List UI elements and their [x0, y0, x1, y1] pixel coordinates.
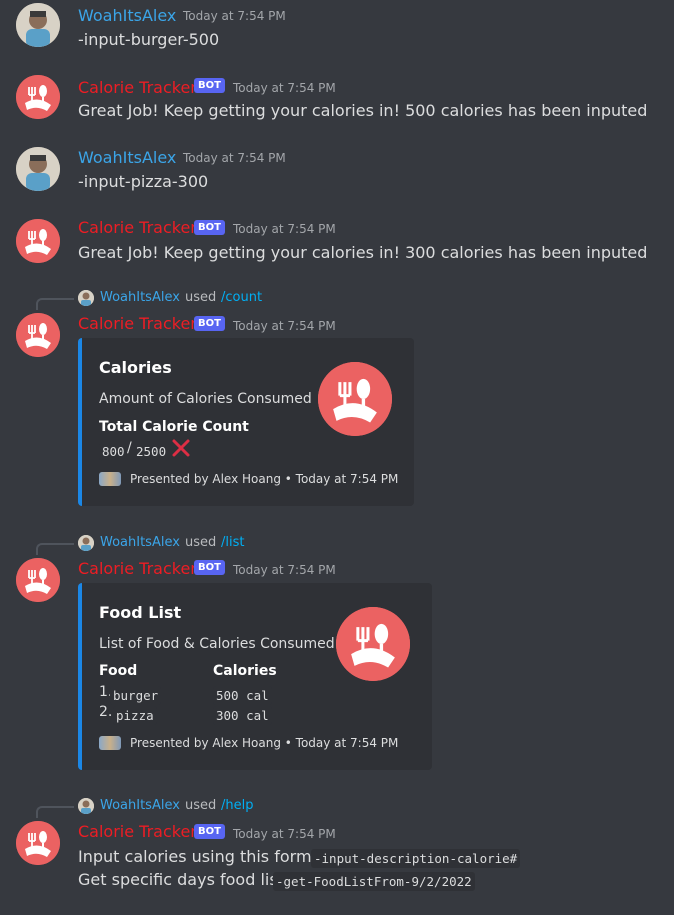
message-text: -input-pizza-300 [78, 172, 209, 191]
count-embed: Calories Amount of Calories Consumed Tot… [78, 338, 414, 506]
user-avatar[interactable] [16, 3, 60, 47]
reply-username[interactable]: WoahItsAlex [100, 535, 180, 550]
reply-used-label: used [185, 535, 217, 550]
embed-footer: Presented by Alex Hoang • Today at 7:54 … [130, 472, 399, 486]
bot-badge: BOT [194, 560, 225, 575]
calorie-tracker-logo [336, 607, 410, 681]
reply-command[interactable]: /help [221, 798, 253, 813]
reply-spine [36, 298, 74, 310]
message-user-2: WoahItsAlex Today at 7:54 PM -input-pizz… [0, 144, 674, 204]
help-list-code: -get-FoodListFrom-9/2/2022 [273, 872, 475, 891]
food-item-name: pizza [113, 706, 157, 725]
bot-name[interactable]: Calorie Tracker [78, 822, 197, 841]
help-line-1: Input calories using this format: [78, 847, 333, 866]
message-bot-count: WoahItsAlex used /count Calorie Tracker … [0, 288, 674, 513]
username[interactable]: WoahItsAlex [78, 148, 176, 167]
bot-avatar[interactable] [16, 75, 60, 119]
help-line-2: Get specific days food list: [78, 870, 290, 889]
embed-title: Food List [99, 603, 182, 622]
bot-avatar[interactable] [16, 219, 60, 263]
bot-name[interactable]: Calorie Tracker [78, 78, 197, 97]
message-user-1: WoahItsAlex Today at 7:54 PM -input-burg… [0, 0, 674, 60]
calories-column-header: Calories [213, 663, 277, 679]
timestamp: Today at 7:54 PM [183, 151, 286, 165]
message-text: Great Job! Keep getting your calories in… [78, 243, 648, 262]
reply-used-label: used [185, 290, 217, 305]
food-item-number: 2. [99, 704, 113, 720]
bot-name[interactable]: Calorie Tracker [78, 559, 197, 578]
bot-name[interactable]: Calorie Tracker [78, 314, 197, 333]
message-bot-2: Calorie Tracker BOT Today at 7:54 PM Gre… [0, 216, 674, 276]
user-avatar[interactable] [16, 147, 60, 191]
calorie-count: 800 [99, 442, 128, 461]
message-bot-list: WoahItsAlex used /list Calorie Tracker B… [0, 533, 674, 778]
bot-badge: BOT [194, 78, 225, 93]
calorie-tracker-logo [318, 362, 392, 436]
bot-avatar[interactable] [16, 821, 60, 865]
food-list-embed: Food List List of Food & Calories Consum… [78, 583, 432, 770]
message-text: Great Job! Keep getting your calories in… [78, 101, 648, 120]
message-text: -input-burger-500 [78, 30, 220, 49]
timestamp: Today at 7:54 PM [233, 81, 336, 95]
reply-spine [36, 806, 74, 818]
field-name: Total Calorie Count [99, 419, 249, 435]
timestamp: Today at 7:54 PM [183, 9, 286, 23]
bot-badge: BOT [194, 220, 225, 235]
reply-command[interactable]: /list [221, 535, 244, 550]
bot-avatar[interactable] [16, 558, 60, 602]
timestamp: Today at 7:54 PM [233, 222, 336, 236]
embed-description: Amount of Calories Consumed [99, 391, 312, 407]
message-bot-1: Calorie Tracker BOT Today at 7:54 PM Gre… [0, 72, 674, 132]
calorie-goal: 2500 [133, 442, 170, 461]
footer-icon [99, 736, 121, 750]
reply-command[interactable]: /count [221, 290, 262, 305]
food-column-header: Food [99, 663, 138, 679]
message-bot-help: WoahItsAlex used /help Calorie Tracker B… [0, 796, 674, 911]
bot-badge: BOT [194, 824, 225, 839]
reply-username[interactable]: WoahItsAlex [100, 798, 180, 813]
food-item-name: burger [110, 686, 162, 705]
footer-icon [99, 472, 121, 486]
help-format-code: -input-description-calorie# [311, 849, 521, 868]
embed-description: List of Food & Calories Consumed [99, 636, 335, 652]
timestamp: Today at 7:54 PM [233, 563, 336, 577]
embed-title: Calories [99, 358, 172, 377]
food-item-calories: 500 cal [213, 686, 272, 705]
reply-spine [36, 543, 74, 555]
count-separator: / [127, 440, 132, 456]
bot-name[interactable]: Calorie Tracker [78, 218, 197, 237]
reply-used-label: used [185, 798, 217, 813]
timestamp: Today at 7:54 PM [233, 319, 336, 333]
reply-avatar [78, 798, 94, 814]
food-item-calories: 300 cal [213, 706, 272, 725]
bot-badge: BOT [194, 316, 225, 331]
cross-mark-icon [172, 439, 190, 457]
reply-avatar [78, 535, 94, 551]
embed-footer: Presented by Alex Hoang • Today at 7:54 … [130, 736, 399, 750]
reply-avatar [78, 290, 94, 306]
username[interactable]: WoahItsAlex [78, 6, 176, 25]
reply-username[interactable]: WoahItsAlex [100, 290, 180, 305]
bot-avatar[interactable] [16, 313, 60, 357]
timestamp: Today at 7:54 PM [233, 827, 336, 841]
